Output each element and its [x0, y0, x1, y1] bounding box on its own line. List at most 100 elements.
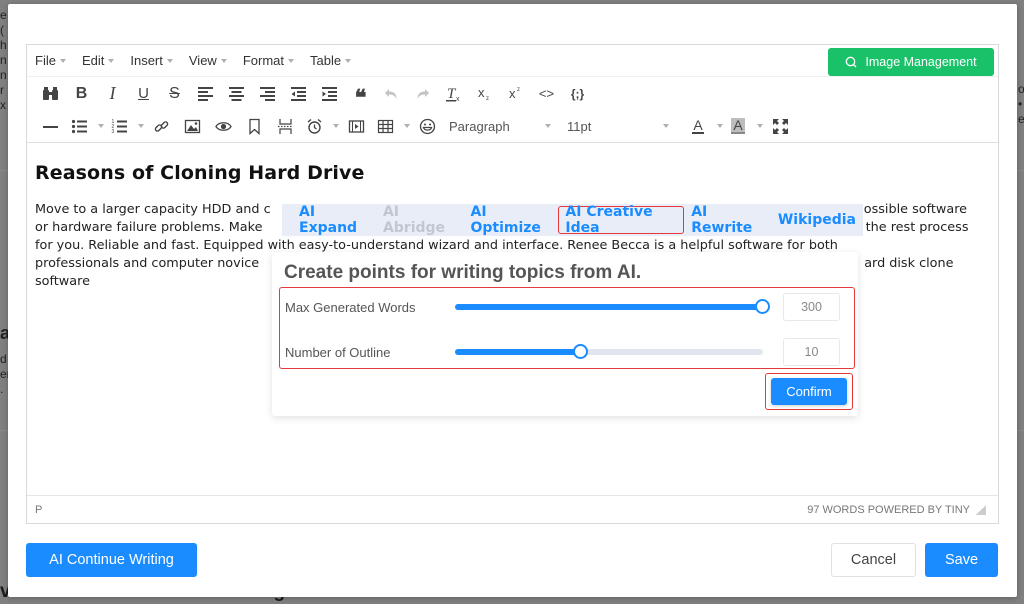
block-format-select[interactable]: Paragraph — [449, 114, 567, 138]
smiley-icon — [419, 118, 436, 134]
menu-table[interactable]: Table — [310, 53, 352, 68]
paragraph-fragment: professionals and computer novice — [35, 256, 260, 271]
highlight-color-icon: A — [731, 117, 745, 134]
slider-thumb[interactable] — [755, 299, 770, 314]
font-size-value: 11pt — [567, 118, 592, 134]
cancel-button[interactable]: Cancel — [831, 543, 916, 577]
subscript-button[interactable]: xz — [469, 82, 500, 106]
paragraph-fragment: or hardware failure problems. Make — [35, 220, 263, 235]
bg-line: e — [1018, 112, 1024, 126]
max-words-input[interactable] — [783, 293, 840, 321]
ai-optimize-button[interactable]: AI Optimize — [463, 204, 558, 236]
media-button[interactable] — [341, 114, 372, 138]
image-button[interactable] — [177, 114, 208, 138]
outdent-button[interactable] — [283, 82, 314, 106]
bullet-list-icon — [71, 119, 87, 133]
clear-format-button[interactable]: Tx — [438, 82, 469, 106]
slider-thumb[interactable] — [573, 344, 589, 359]
ai-abridge-button[interactable]: AI Abridge — [376, 204, 464, 236]
chevron-down-icon — [757, 124, 763, 128]
horizontal-line-button[interactable] — [35, 114, 66, 138]
bold-button[interactable]: B — [66, 82, 97, 106]
bg-line: • — [1018, 97, 1023, 111]
ai-continue-writing-button[interactable]: AI Continue Writing — [26, 543, 197, 577]
subscript-icon: xz — [478, 85, 489, 102]
chevron-down-icon — [138, 124, 144, 128]
menu-insert[interactable]: Insert — [130, 53, 173, 68]
menu-edit[interactable]: Edit — [82, 53, 115, 68]
slider-fill — [455, 304, 763, 310]
insert-datetime-button[interactable] — [301, 114, 327, 138]
max-words-slider[interactable] — [455, 292, 770, 322]
chevron-down-icon — [717, 124, 723, 128]
ai-creative-idea-button[interactable]: AI Creative Idea — [558, 204, 685, 236]
menu-view[interactable]: View — [189, 53, 227, 68]
underline-button[interactable]: U — [128, 82, 159, 106]
numbered-list-button[interactable]: 123 — [106, 114, 132, 138]
strikethrough-button[interactable]: S — [159, 82, 190, 106]
bullet-list-dropdown[interactable] — [92, 114, 106, 138]
confirm-button[interactable]: Confirm — [771, 378, 847, 405]
source-code-button[interactable]: <> — [531, 82, 562, 106]
fullscreen-button[interactable] — [765, 114, 796, 138]
background-color-dropdown[interactable] — [751, 114, 765, 138]
image-management-button[interactable]: Image Management — [828, 48, 994, 76]
chevron-down-icon — [108, 58, 115, 63]
confirm-highlight: Confirm — [765, 373, 853, 410]
menu-file[interactable]: File — [35, 53, 66, 68]
menu-format[interactable]: Format — [243, 53, 294, 68]
indent-button[interactable] — [314, 82, 345, 106]
chevron-down-icon — [288, 58, 294, 63]
numbered-list-dropdown[interactable] — [132, 114, 146, 138]
font-size-select[interactable]: 11pt — [567, 114, 685, 138]
outdent-icon — [291, 87, 306, 101]
paragraph-fragment: Move to a larger capacity HDD and c — [35, 202, 271, 217]
insert-datetime-dropdown[interactable] — [327, 114, 341, 138]
align-center-button[interactable] — [221, 82, 252, 106]
align-right-button[interactable] — [252, 82, 283, 106]
save-button[interactable]: Save — [925, 543, 998, 577]
emoticons-button[interactable] — [412, 114, 443, 138]
table-button[interactable] — [372, 114, 398, 138]
background-text-left: e ( h n n r x — [0, 8, 8, 113]
chevron-down-icon — [345, 58, 352, 63]
toolbar-row-1: B I U S ❝ T x x z x z <> {;} — [27, 77, 998, 110]
code-sample-button[interactable]: {;} — [562, 82, 593, 106]
bullet-list-button[interactable] — [66, 114, 92, 138]
chevron-down-icon — [220, 58, 227, 63]
bg-line: o — [1018, 82, 1024, 96]
undo-icon — [385, 89, 397, 99]
element-path[interactable]: P — [35, 504, 42, 516]
content-heading: Reasons of Cloning Hard Drive — [35, 162, 365, 184]
undo-button[interactable] — [376, 82, 407, 106]
italic-button[interactable]: I — [97, 82, 128, 106]
redo-button[interactable] — [407, 82, 438, 106]
superscript-button[interactable]: xz — [500, 82, 531, 106]
page-break-button[interactable] — [270, 114, 301, 138]
background-text-left-mid: a d er . — [0, 322, 8, 397]
find-replace-button[interactable] — [35, 82, 66, 106]
italic-icon: I — [109, 83, 116, 103]
align-right-icon — [260, 87, 275, 101]
outline-count-slider[interactable] — [455, 337, 763, 367]
blockquote-button[interactable]: ❝ — [345, 82, 376, 108]
resize-handle-icon[interactable] — [976, 504, 986, 515]
bg-line: r — [0, 83, 4, 97]
link-button[interactable] — [146, 114, 177, 138]
ai-settings-group: Max Generated Words Number of Outline — [279, 287, 855, 369]
ai-expand-button[interactable]: AI Expand — [292, 204, 376, 236]
text-color-dropdown[interactable] — [711, 114, 725, 138]
ai-rewrite-button[interactable]: AI Rewrite — [684, 204, 771, 236]
table-dropdown[interactable] — [398, 114, 412, 138]
text-color-button[interactable]: A — [685, 114, 711, 138]
preview-button[interactable] — [208, 114, 239, 138]
outline-count-input[interactable] — [783, 338, 840, 366]
align-left-button[interactable] — [190, 82, 221, 106]
background-color-button[interactable]: A — [725, 114, 751, 138]
svg-text:x: x — [478, 85, 485, 100]
bg-line: e — [0, 8, 7, 22]
wikipedia-button[interactable]: Wikipedia — [771, 206, 863, 234]
max-words-label: Max Generated Words — [285, 299, 416, 315]
bookmark-button[interactable] — [239, 114, 270, 138]
binoculars-icon — [43, 87, 58, 100]
